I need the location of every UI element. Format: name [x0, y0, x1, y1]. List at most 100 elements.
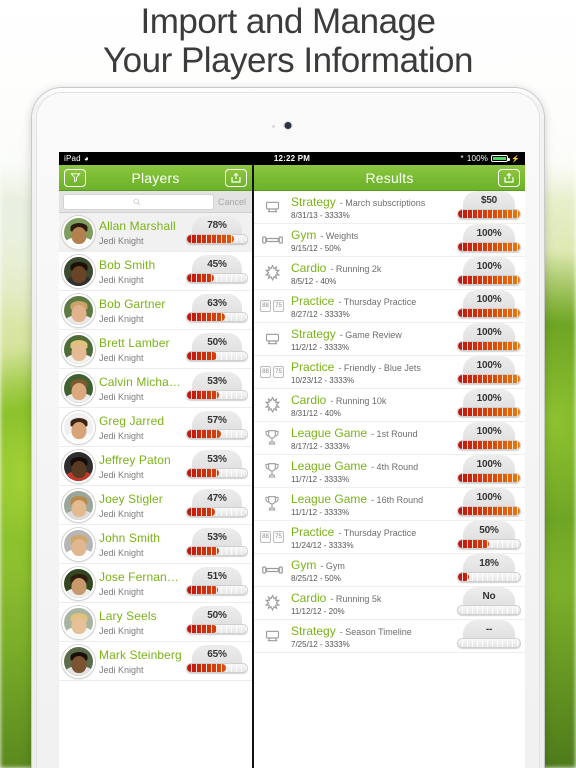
result-row[interactable]: Cardio - Running 5k 11/12/12 - 20% No — [254, 586, 525, 620]
result-info: League Game - 16th Round 11/1/12 - 3333% — [291, 492, 452, 517]
filter-funnel-icon — [69, 173, 81, 183]
result-row[interactable]: Cardio - Running 2k 8/5/12 - 40% 100% — [254, 256, 525, 290]
results-title: Results — [365, 169, 414, 186]
gauge-dome: 100% — [463, 289, 515, 310]
players-share-button[interactable] — [225, 168, 247, 187]
player-row[interactable]: Greg Jarred Jedi Knight 57% — [59, 408, 252, 447]
result-info: Practice - Thursday Practice 11/24/12 - … — [291, 525, 452, 550]
gauge-dome: No — [463, 586, 515, 607]
result-subtitle: - March subscriptions — [339, 197, 426, 208]
search-input[interactable] — [63, 193, 214, 210]
result-date: 8/27/12 - 3333% — [291, 309, 350, 319]
player-row[interactable]: Mark Steinberg Jedi Knight 65% — [59, 642, 252, 681]
gauge-bar — [457, 241, 521, 252]
progress-gauge: 53% — [186, 371, 248, 405]
player-row[interactable]: Lary Seels Jedi Knight 50% — [59, 603, 252, 642]
player-row[interactable]: Jeffrey Paton Jedi Knight 53% — [59, 447, 252, 486]
results-list[interactable]: Strategy - March subscriptions 8/31/13 -… — [254, 191, 525, 768]
result-info: Cardio - Running 2k 8/5/12 - 40% — [291, 261, 452, 286]
cardio-burst-icon — [264, 395, 280, 413]
result-subtitle: - Gym — [320, 560, 345, 571]
result-icon — [258, 395, 286, 415]
gauge-value: 78% — [207, 219, 227, 231]
result-date: 7/25/12 - 3333% — [291, 639, 350, 649]
result-row[interactable]: Strategy - Game Review 11/2/12 - 3333% 1… — [254, 322, 525, 356]
result-row[interactable]: League Game - 4th Round 11/7/12 - 3333% … — [254, 454, 525, 488]
player-row[interactable]: Bob Smith Jedi Knight 45% — [59, 252, 252, 291]
player-row[interactable]: John Smith Jedi Knight 53% — [59, 525, 252, 564]
player-role: Jedi Knight — [99, 235, 144, 246]
player-name: Mark Steinberg — [99, 647, 182, 662]
gauge-value: 51% — [207, 570, 227, 582]
avatar — [62, 410, 95, 444]
player-info: Jeffrey Paton Jedi Knight — [99, 453, 182, 480]
result-row[interactable]: Gym - Gym 8/25/12 - 50% 18% — [254, 553, 525, 587]
player-row[interactable]: Joey Stigler Jedi Knight 47% — [59, 486, 252, 525]
progress-gauge: 100% — [457, 355, 521, 389]
player-row[interactable]: Brett Lamber Jedi Knight 50% — [59, 330, 252, 369]
player-info: Jose Fernandez Jedi Knight — [99, 570, 182, 597]
player-row[interactable]: Calvin Michaels Jedi Knight 53% — [59, 369, 252, 408]
player-name: Joey Stigler — [99, 491, 163, 506]
result-icon — [258, 593, 286, 613]
progress-gauge: 50% — [186, 605, 248, 639]
player-info: Mark Steinberg Jedi Knight — [99, 648, 182, 675]
player-role: Jedi Knight — [99, 625, 144, 636]
gauge-dome: 47% — [192, 488, 242, 509]
progress-gauge: 100% — [457, 322, 521, 356]
gauge-bar — [457, 505, 521, 516]
gauge-ticks — [187, 312, 247, 321]
filter-button[interactable] — [64, 168, 86, 187]
avatar — [62, 644, 95, 678]
result-subtitle: - Running 5k — [330, 593, 382, 604]
result-title: Strategy — [291, 194, 336, 209]
result-row[interactable]: League Game - 1st Round 8/17/12 - 3333% … — [254, 421, 525, 455]
gauge-ticks — [458, 440, 520, 449]
player-row[interactable]: Allan Marshall Jedi Knight 78% — [59, 213, 252, 252]
results-navbar: Results — [254, 165, 525, 191]
result-title: Practice — [291, 524, 335, 539]
player-name: Lary Seels — [99, 608, 157, 623]
progress-gauge: 100% — [457, 223, 521, 257]
result-row[interactable]: 88 75 Practice - Thursday Practice 11/24/… — [254, 520, 525, 554]
result-row[interactable]: Gym - Weights 9/15/12 - 50% 100% — [254, 223, 525, 257]
search-cancel-button[interactable]: Cancel — [218, 197, 248, 207]
gauge-dome: 63% — [192, 293, 242, 314]
gauge-value: 100% — [476, 326, 502, 338]
gauge-value: 100% — [476, 359, 502, 371]
cardio-burst-icon — [264, 263, 280, 281]
gauge-bar — [186, 311, 248, 322]
player-name: Brett Lamber — [99, 335, 170, 350]
result-row[interactable]: 88 75 Practice - Friendly - Blue Jets 10/… — [254, 355, 525, 389]
result-row[interactable]: Cardio - Running 10k 8/31/12 - 40% 100% — [254, 388, 525, 422]
scoreboard-icon: 88 75 — [260, 366, 284, 378]
result-date: 8/31/13 - 3333% — [291, 210, 350, 220]
share-export-icon — [231, 172, 241, 183]
ipad-device-frame: iPad ◕ 12:22 PM * 100% ⚡ Players Cancel … — [32, 88, 544, 768]
result-row[interactable]: Strategy - March subscriptions 8/31/13 -… — [254, 191, 525, 224]
result-row[interactable]: Strategy - Season Timeline 7/25/12 - 333… — [254, 619, 525, 653]
gauge-dome: 100% — [463, 355, 515, 376]
gauge-dome: 51% — [192, 566, 242, 587]
avatar — [62, 566, 95, 600]
gauge-dome: 100% — [463, 421, 515, 442]
results-share-button[interactable] — [498, 168, 520, 187]
player-name: Jeffrey Paton — [99, 452, 171, 467]
result-title: Strategy — [291, 326, 336, 341]
scoreboard-icon: 88 75 — [260, 300, 284, 312]
result-icon — [258, 462, 286, 480]
result-subtitle: - Running 10k — [330, 395, 387, 406]
player-row[interactable]: Jose Fernandez Jedi Knight 51% — [59, 564, 252, 603]
player-role: Jedi Knight — [99, 547, 144, 558]
gauge-value: 57% — [207, 414, 227, 426]
gauge-dome: 45% — [192, 254, 242, 275]
progress-gauge: 18% — [457, 553, 521, 587]
players-list[interactable]: Allan Marshall Jedi Knight 78% Bob Smith… — [59, 213, 252, 768]
player-row[interactable]: Bob Gartner Jedi Knight 63% — [59, 291, 252, 330]
result-row[interactable]: 88 75 Practice - Thursday Practice 8/27/1… — [254, 289, 525, 323]
result-row[interactable]: League Game - 16th Round 11/1/12 - 3333%… — [254, 487, 525, 521]
gauge-value: -- — [485, 623, 493, 635]
trophy-icon — [265, 463, 279, 478]
result-date: 8/5/12 - 40% — [291, 276, 337, 286]
result-date: 11/24/12 - 3333% — [291, 540, 354, 550]
